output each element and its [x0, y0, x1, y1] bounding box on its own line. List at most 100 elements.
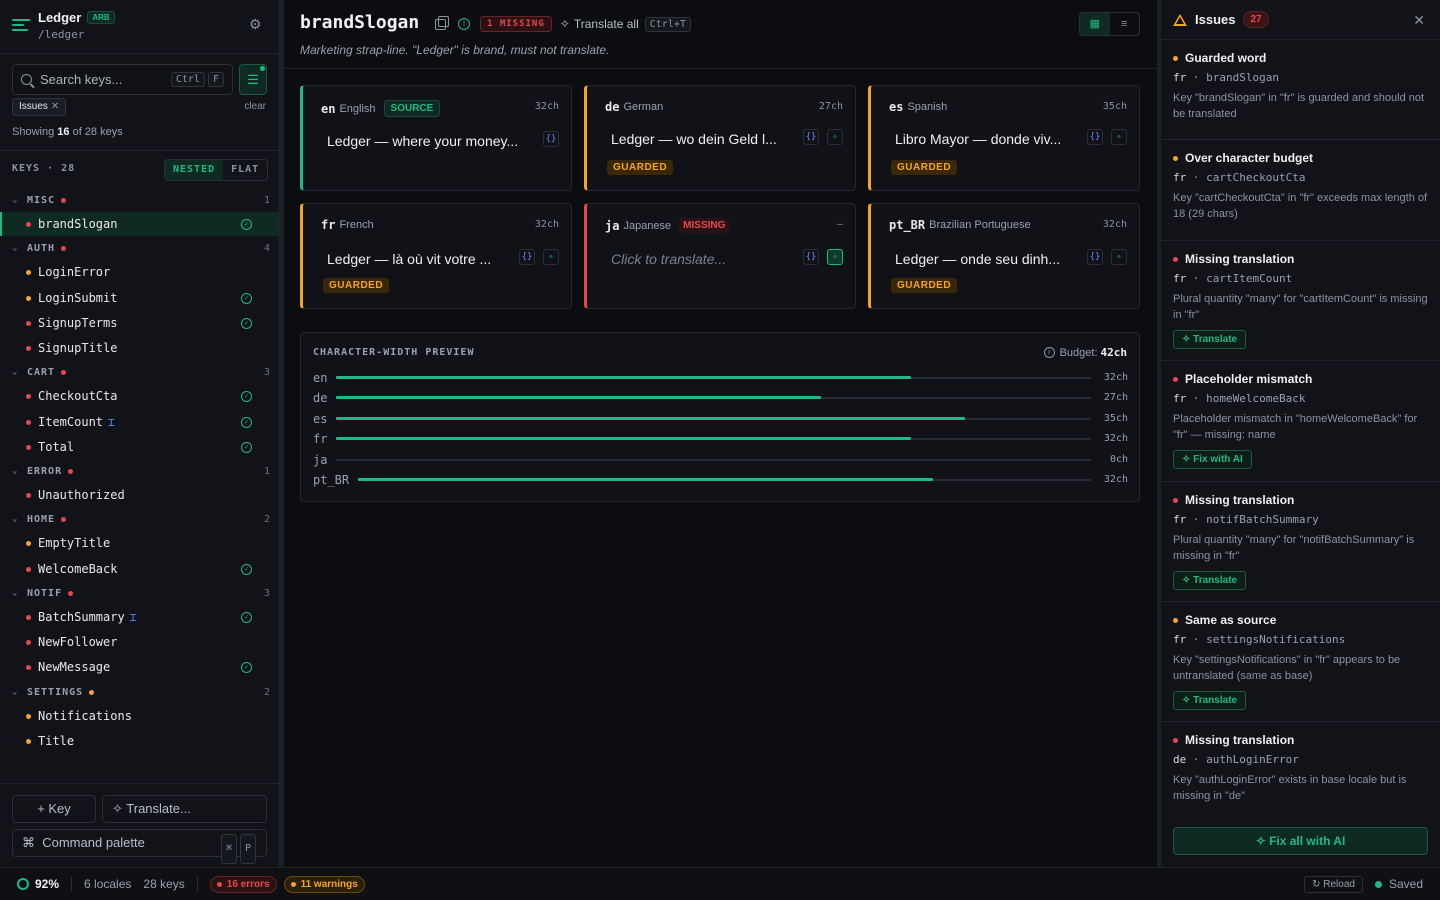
locale-card-fr[interactable]: fr French 32ch Ledger — là où vit votre ...…	[300, 203, 572, 309]
tree-key-item[interactable]: EmptyTitle	[0, 531, 279, 555]
issue-translate-button[interactable]: ✧ Translate	[1173, 571, 1247, 590]
issue-location: fr · cartCheckoutCta	[1173, 171, 1306, 184]
search-icon	[21, 74, 32, 85]
chip-remove-icon[interactable]: ✕	[51, 101, 59, 112]
tree-key-item[interactable]: NewMessage ✓	[0, 655, 279, 679]
tree-group[interactable]: ⌄ CART 3	[0, 360, 279, 384]
tree-group[interactable]: ⌄ AUTH 4	[0, 236, 279, 260]
issues-count-badge: 27	[1243, 11, 1269, 28]
locale-card-es[interactable]: es Spanish 35ch Libro Mayor — donde viv...{…	[868, 85, 1140, 191]
locale-card-ja[interactable]: ja Japanese MISSING – Click to translate...{…	[584, 203, 856, 309]
placeholder-braces-icon[interactable]: {}	[543, 131, 559, 147]
tree-group[interactable]: ⌄ SETTINGS 2	[0, 680, 279, 704]
fix-all-with-ai-button[interactable]: ✧ Fix all with AI	[1173, 827, 1428, 855]
locale-card-pt_BR[interactable]: pt_BR Brazilian Portuguese 32ch Ledger — on…	[868, 203, 1140, 309]
locale-card-de[interactable]: de German 27ch Ledger — wo dein Geld l...{}…	[584, 85, 856, 191]
warnings-badge[interactable]: 11 warnings	[283, 875, 365, 893]
tree-key-item[interactable]: SignupTitle	[0, 336, 279, 360]
tree-group[interactable]: ⌄ ERROR 1	[0, 459, 279, 483]
tree-key-item[interactable]: NewFollower	[0, 630, 279, 654]
copy-icon[interactable]	[435, 15, 449, 30]
tree-key-item[interactable]: Unauthorized	[0, 483, 279, 507]
issue-item[interactable]: Guarded word fr · brandSlogan Key "brandSl…	[1161, 39, 1440, 139]
flat-view-button[interactable]: FLAT	[223, 160, 267, 180]
tree-key-item[interactable]: LoginError	[0, 260, 279, 284]
tree-key-item[interactable]: Title	[0, 729, 279, 753]
reload-button[interactable]: ↻ Reload	[1304, 875, 1363, 893]
errors-badge[interactable]: 16 errors	[209, 875, 277, 893]
issue-item[interactable]: Missing translation de · authLoginError Ke…	[1161, 721, 1440, 841]
key-status-dot	[26, 713, 31, 719]
tree-key-item[interactable]: BatchSummary ⌶ ✓	[0, 605, 279, 629]
translation-text[interactable]: Libro Mayor — donde viv...	[895, 131, 1091, 147]
issue-item[interactable]: Same as source fr · settingsNotifications…	[1161, 601, 1440, 721]
add-key-button[interactable]: + Key	[12, 795, 96, 823]
translation-text[interactable]: Ledger — wo dein Geld l...	[611, 131, 807, 147]
issue-key[interactable]: authLoginError	[1206, 753, 1299, 766]
placeholder-braces-icon[interactable]: {}	[1087, 249, 1103, 265]
locale-code: pt_BR	[889, 218, 926, 232]
tree-group[interactable]: ⌄ HOME 2	[0, 507, 279, 531]
translation-text[interactable]: Ledger — là où vit votre ...	[327, 251, 523, 267]
sparkle-icon: ✧	[559, 17, 570, 31]
showing-count: Showing 16 of 28 keys	[12, 126, 123, 138]
ai-sparkle-icon[interactable]: ✧	[1111, 249, 1127, 265]
preview-bar	[358, 478, 934, 481]
command-palette-button[interactable]: ⌘ Command palette ⌘ P	[12, 829, 267, 864]
translate-all-button[interactable]: ✧ Translate all Ctrl+T	[559, 16, 691, 32]
locale-card-en[interactable]: en English SOURCE 32ch Ledger — where your m…	[300, 85, 572, 191]
issue-translate-button[interactable]: ✧ Translate	[1173, 691, 1247, 710]
issue-fix-with-ai-button[interactable]: ✧ Fix with AI	[1173, 450, 1252, 469]
tree-key-item[interactable]: ItemCount ⌶ ✓	[0, 410, 279, 434]
settings-gear-icon[interactable]: ⚙	[249, 17, 263, 31]
placeholder-braces-icon[interactable]: {}	[803, 129, 819, 145]
tree-group[interactable]: ⌄ MISC 1	[0, 188, 279, 212]
placeholder-braces-icon[interactable]: {}	[803, 249, 819, 265]
translation-text[interactable]: Ledger — onde seu dinh...	[895, 251, 1091, 267]
issue-item[interactable]: Missing translation fr · notifBatchSummar…	[1161, 481, 1440, 601]
tree-key-item[interactable]: LoginSubmit ✓	[0, 286, 279, 310]
ai-sparkle-icon[interactable]: ✧	[827, 249, 843, 265]
clear-filters-link[interactable]: clear	[244, 101, 266, 112]
list-view-icon[interactable]: ≡	[1110, 13, 1140, 35]
issue-key[interactable]: cartCheckoutCta	[1206, 171, 1305, 184]
tree-key-item[interactable]: Total ✓	[0, 435, 279, 459]
ai-sparkle-icon[interactable]: ✧	[543, 249, 559, 265]
tree-key-item[interactable]: CheckoutCta ✓	[0, 384, 279, 408]
tree-key-item[interactable]: WelcomeBack ✓	[0, 557, 279, 581]
key-description: Marketing strap-line. "Ledger" is brand,…	[300, 43, 610, 57]
ai-sparkle-icon[interactable]: ✧	[1111, 129, 1127, 145]
issue-item[interactable]: Over character budget fr · cartCheckoutCt…	[1161, 139, 1440, 240]
search-input[interactable]	[40, 72, 160, 87]
tree-group[interactable]: ⌄ NOTIF 3	[0, 581, 279, 605]
filter-toggle-button[interactable]: ☰	[239, 64, 267, 95]
info-icon[interactable]: i	[458, 18, 470, 30]
translation-text[interactable]: Click to translate...	[611, 251, 807, 267]
severity-dot	[1173, 376, 1178, 382]
group-status-dot	[89, 689, 95, 695]
tree-key-item[interactable]: SignupTerms ✓	[0, 311, 279, 335]
ai-sparkle-icon[interactable]: ✧	[827, 129, 843, 145]
close-icon[interactable]: ✕	[1413, 12, 1425, 29]
issue-key[interactable]: notifBatchSummary	[1206, 513, 1319, 526]
grid-view-icon[interactable]: ▦	[1080, 13, 1110, 35]
card-header: pt_BR Brazilian Portuguese	[889, 218, 1031, 232]
nested-view-button[interactable]: NESTED	[165, 160, 224, 180]
tree-key-item[interactable]: Notifications	[0, 704, 279, 728]
placeholder-braces-icon[interactable]: {}	[519, 249, 535, 265]
issue-key[interactable]: brandSlogan	[1206, 71, 1279, 84]
translate-button[interactable]: ✧ Translate...	[102, 795, 267, 823]
issue-key[interactable]: homeWelcomeBack	[1206, 392, 1305, 405]
group-count: 3	[263, 366, 270, 378]
preview-row-de: de 27ch	[313, 391, 1128, 407]
issue-item[interactable]: Missing translation fr · cartItemCount Plu…	[1161, 240, 1440, 360]
tree-key-item[interactable]: brandSlogan ✓	[0, 212, 279, 236]
issue-key[interactable]: cartItemCount	[1206, 272, 1292, 285]
issue-item[interactable]: Placeholder mismatch fr · homeWelcomeBack…	[1161, 360, 1440, 481]
issues-filter-chip[interactable]: Issues ✕	[12, 98, 67, 116]
issue-title: Missing translation	[1173, 252, 1294, 266]
issue-key[interactable]: settingsNotifications	[1206, 633, 1345, 646]
translation-text[interactable]: Ledger — where your money...	[327, 133, 523, 149]
placeholder-braces-icon[interactable]: {}	[1087, 129, 1103, 145]
issue-translate-button[interactable]: ✧ Translate	[1173, 330, 1247, 349]
